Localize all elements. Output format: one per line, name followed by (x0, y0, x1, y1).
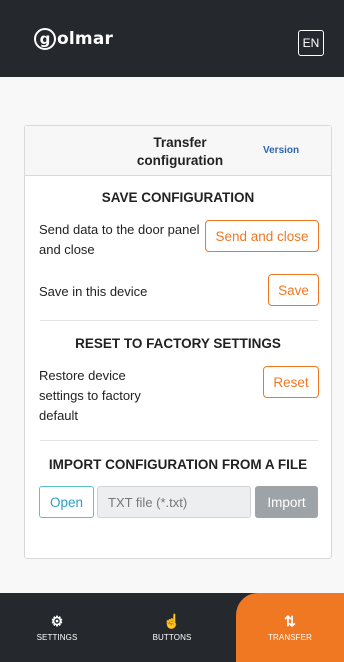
card-title: Transfer configuration (136, 135, 224, 168)
top-app-bar: g olmar EN (0, 0, 344, 77)
divider-save-reset (40, 320, 318, 321)
bottom-navigation: ⚙ SETTINGS ☝ BUTTONS ⇅ TRANSFER (0, 593, 344, 662)
send-data-text: Send data to the door panel and close (39, 222, 200, 257)
file-name-field[interactable]: TXT file (*.txt) (97, 486, 251, 518)
version-link[interactable]: Version (263, 145, 299, 156)
nav-buttons-label: BUTTONS (152, 633, 192, 642)
nav-transfer[interactable]: ⇅ TRANSFER (236, 593, 344, 662)
send-and-close-button[interactable]: Send and close (205, 220, 319, 252)
settings-icon: ⚙ (50, 613, 64, 629)
golmar-logo: g olmar (34, 28, 113, 50)
import-configuration-title: IMPORT CONFIGURATION FROM A FILE (48, 457, 308, 472)
card-header: Transfer configuration Version (25, 126, 331, 176)
restore-device-text: Restore device settings to factory defau… (39, 368, 141, 423)
save-configuration-title: SAVE CONFIGURATION (101, 190, 255, 205)
language-button[interactable]: EN (298, 30, 324, 56)
reset-factory-title: RESET TO FACTORY SETTINGS (75, 336, 281, 351)
transfer-arrows-icon: ⇅ (284, 613, 296, 629)
transfer-configuration-card: Transfer configuration Version SAVE CONF… (24, 125, 332, 559)
reset-button[interactable]: Reset (263, 366, 319, 398)
import-button[interactable]: Import (255, 486, 318, 518)
hand-pointer-icon: ☝ (163, 613, 181, 629)
logo-g-mark: g (34, 28, 56, 50)
open-file-button[interactable]: Open (39, 486, 94, 518)
divider-reset-import (40, 440, 318, 441)
nav-transfer-label: TRANSFER (268, 633, 312, 642)
nav-settings-label: SETTINGS (36, 633, 78, 642)
logo-wordmark: olmar (57, 29, 114, 49)
save-device-text: Save in this device (39, 284, 148, 299)
save-button[interactable]: Save (268, 274, 319, 306)
nav-settings[interactable]: ⚙ SETTINGS (22, 593, 92, 662)
nav-buttons[interactable]: ☝ BUTTONS (137, 593, 207, 662)
